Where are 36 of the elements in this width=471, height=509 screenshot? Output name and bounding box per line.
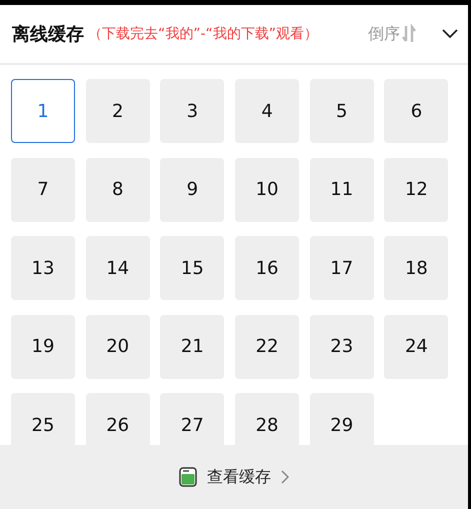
- episode-tile[interactable]: 12: [384, 158, 448, 222]
- episode-tile[interactable]: 10: [235, 158, 300, 222]
- episode-tile[interactable]: 14: [86, 236, 150, 300]
- episode-tile[interactable]: 15: [160, 236, 224, 300]
- episode-tile[interactable]: 25: [11, 393, 75, 445]
- episode-tile[interactable]: 28: [235, 393, 300, 445]
- sort-icon: [402, 24, 416, 44]
- episode-tile[interactable]: 13: [11, 236, 75, 300]
- episode-tile[interactable]: 24: [384, 314, 448, 378]
- episode-tile[interactable]: 2: [86, 79, 150, 143]
- episode-tile[interactable]: 29: [310, 393, 374, 445]
- episode-tile[interactable]: 4: [235, 79, 300, 143]
- episode-tile[interactable]: 23: [310, 314, 374, 378]
- episode-tile[interactable]: 11: [310, 158, 374, 222]
- episode-tile[interactable]: 5: [310, 79, 374, 143]
- storage-icon: [179, 467, 197, 487]
- episode-tile[interactable]: 21: [160, 314, 224, 378]
- collapse-icon[interactable]: [442, 29, 458, 39]
- episode-tile[interactable]: 27: [160, 393, 224, 445]
- episode-tile[interactable]: 26: [86, 393, 150, 445]
- panel-title: 离线缓存: [12, 23, 84, 46]
- episode-tile[interactable]: 16: [235, 236, 300, 300]
- episode-tile[interactable]: 3: [160, 79, 224, 143]
- episode-tile[interactable]: 1: [11, 79, 75, 143]
- episode-tile[interactable]: 9: [160, 158, 224, 222]
- episode-tile[interactable]: 20: [86, 314, 150, 378]
- episode-tile[interactable]: 6: [384, 79, 448, 143]
- episode-tile[interactable]: 17: [310, 236, 374, 300]
- episode-tile[interactable]: 18: [384, 236, 448, 300]
- episode-tile[interactable]: 22: [235, 314, 300, 378]
- hint-text: （下载完去“我的”-“我的下载”观看）: [88, 25, 318, 43]
- view-cache-link[interactable]: 查看缓存: [179, 466, 289, 488]
- episode-tile[interactable]: 19: [11, 314, 75, 378]
- episode-tile[interactable]: 8: [86, 158, 150, 222]
- episode-tile[interactable]: 7: [11, 158, 75, 222]
- chevron-right-icon: [281, 470, 289, 484]
